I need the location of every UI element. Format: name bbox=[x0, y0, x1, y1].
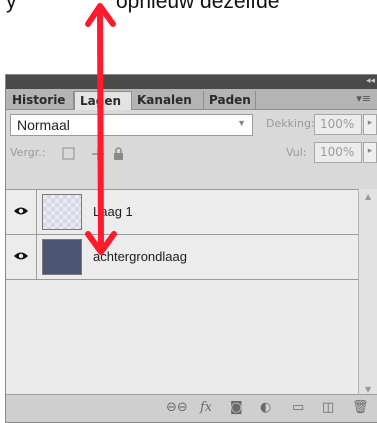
chevron-down-icon: ▼ bbox=[237, 118, 246, 128]
caption-right: opnieuw dezelfde bbox=[116, 0, 280, 13]
blend-mode-select[interactable]: Normaal ▼ bbox=[10, 114, 253, 136]
caption-text: y opnieuw dezelfde bbox=[0, 0, 377, 20]
lock-options bbox=[62, 147, 123, 160]
opacity-field[interactable]: 100% bbox=[314, 114, 362, 135]
opacity-stepper[interactable]: ▸ bbox=[363, 114, 377, 135]
layer-thumbnail bbox=[42, 239, 82, 275]
folder-icon[interactable]: ▭ bbox=[292, 400, 304, 416]
lock-label: Vergr.: bbox=[10, 146, 46, 159]
layers-list: Laag 1 achtergrondlaag bbox=[6, 189, 377, 396]
layer-name: Laag 1 bbox=[93, 204, 133, 219]
tab-kanalen[interactable]: Kanalen bbox=[132, 91, 204, 110]
tab-paden[interactable]: Paden bbox=[204, 91, 256, 110]
blend-row: Normaal ▼ Dekking: 100% ▸ bbox=[6, 110, 377, 138]
panel-titlebar: ◂◂ bbox=[6, 75, 377, 89]
link-icon[interactable]: ⊖⊖ bbox=[166, 400, 188, 416]
trash-icon[interactable]: 🗑 bbox=[352, 400, 369, 416]
visibility-toggle[interactable] bbox=[6, 235, 37, 279]
lock-row: Vergr.: Vul: 100% ▸ bbox=[6, 138, 377, 189]
layer-row[interactable]: achtergrondlaag bbox=[6, 235, 358, 280]
fill-field[interactable]: 100% bbox=[314, 142, 362, 163]
tab-historie[interactable]: Historie bbox=[7, 91, 74, 110]
visibility-toggle[interactable] bbox=[6, 190, 37, 234]
caption-left: y bbox=[6, 0, 17, 13]
lock-transparent-icon bbox=[62, 147, 75, 160]
panel-tabs: Historie Lagen Kanalen Paden ▾≡ bbox=[6, 89, 377, 111]
panel-menu-icon[interactable]: ▾≡ bbox=[356, 92, 371, 105]
tab-lagen[interactable]: Lagen bbox=[74, 91, 132, 111]
layer-name: achtergrondlaag bbox=[93, 249, 187, 264]
adjustment-icon[interactable]: ◐ bbox=[260, 400, 271, 416]
collapse-icon[interactable]: ◂◂ bbox=[366, 76, 375, 86]
fill-stepper[interactable]: ▸ bbox=[363, 142, 377, 163]
scroll-down-icon[interactable]: ▼ bbox=[365, 385, 371, 394]
eye-icon bbox=[14, 207, 28, 215]
lock-all-icon bbox=[114, 153, 123, 160]
blend-mode-value: Normaal bbox=[17, 117, 70, 133]
opacity-label: Dekking: bbox=[266, 117, 315, 130]
new-layer-icon[interactable]: ◫ bbox=[322, 400, 334, 416]
panel-footer: ⊖⊖ fx ◙ ◐ ▭ ◫ 🗑 bbox=[6, 394, 377, 422]
layers-panel: ◂◂ Historie Lagen Kanalen Paden ▾≡ Norma… bbox=[5, 74, 377, 423]
fill-label: Vul: bbox=[286, 146, 307, 159]
mask-icon[interactable]: ◙ bbox=[230, 400, 243, 416]
layer-row[interactable]: Laag 1 bbox=[6, 190, 358, 235]
layers-scrollbar[interactable]: ▲ ▼ bbox=[358, 189, 377, 397]
eye-icon bbox=[14, 252, 28, 260]
fx-icon[interactable]: fx bbox=[200, 400, 212, 416]
layer-thumbnail bbox=[42, 194, 82, 230]
scroll-up-icon[interactable]: ▲ bbox=[365, 192, 371, 201]
